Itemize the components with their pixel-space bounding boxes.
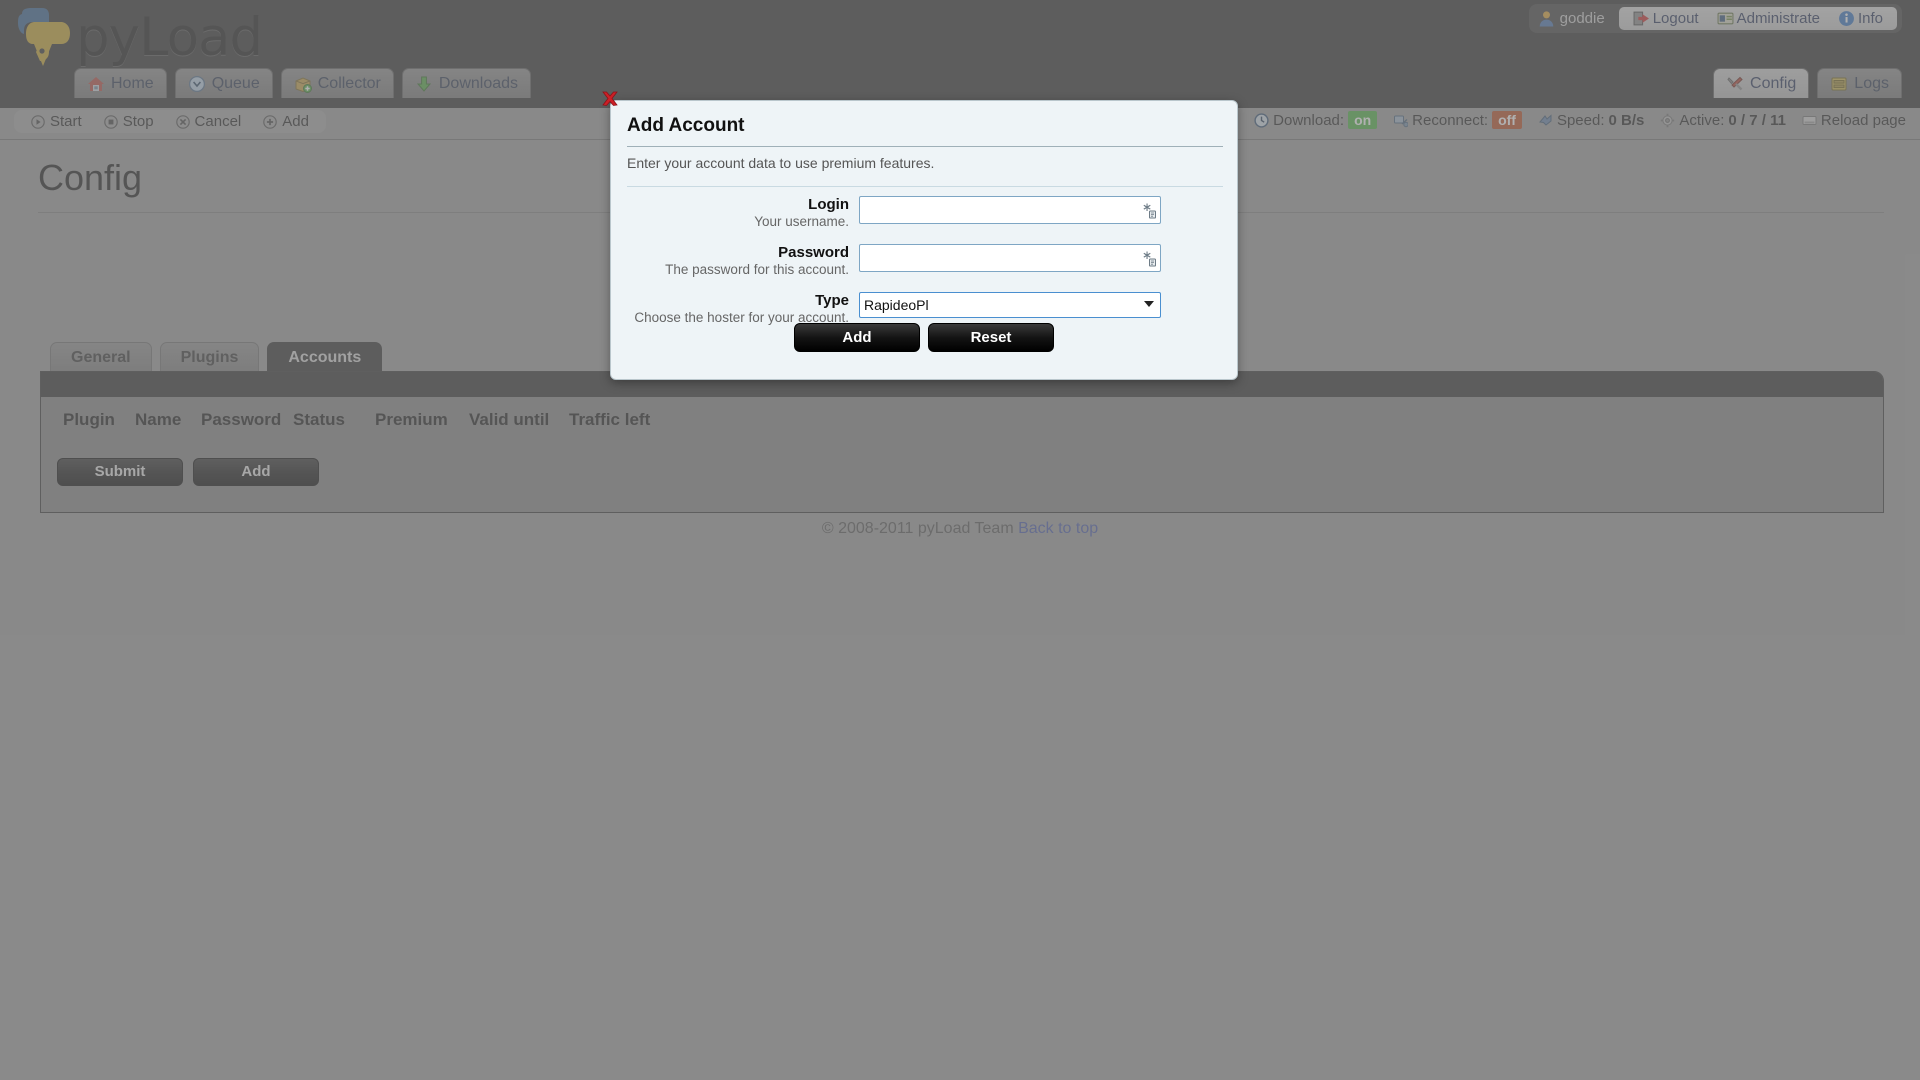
dialog-subtitle: Enter your account data to use premium f… <box>627 155 935 171</box>
type-label: Type <box>815 292 849 309</box>
dialog-title-divider <box>627 146 1223 147</box>
login-label: Login <box>808 196 849 213</box>
password-hint: The password for this account. <box>665 262 849 277</box>
dialog-add-button[interactable]: Add <box>794 323 920 352</box>
login-labels: Login Your username. <box>611 196 859 230</box>
login-input-wrap <box>859 196 1161 224</box>
login-input[interactable] <box>859 196 1161 224</box>
password-input[interactable] <box>859 244 1161 272</box>
dialog-actions: Add Reset <box>611 323 1237 352</box>
password-label: Password <box>778 244 849 261</box>
password-labels: Password The password for this account. <box>611 244 859 278</box>
add-account-form: Login Your username. Password The passwo… <box>611 196 1237 340</box>
password-input-wrap <box>859 244 1161 272</box>
close-icon[interactable] <box>599 89 621 111</box>
type-select-wrap: RapideoPl <box>859 292 1161 318</box>
login-hint: Your username. <box>754 214 849 229</box>
type-field-row: Type Choose the hoster for your account.… <box>611 292 1237 326</box>
dialog-reset-button[interactable]: Reset <box>928 323 1054 352</box>
type-select[interactable]: RapideoPl <box>859 292 1161 318</box>
dialog-subtitle-divider <box>627 186 1223 187</box>
login-field-row: Login Your username. <box>611 196 1237 230</box>
page-root: pyLoad goddie Logout <box>0 0 1920 1080</box>
dialog-title: Add Account <box>627 115 745 136</box>
type-labels: Type Choose the hoster for your account. <box>611 292 859 326</box>
add-account-dialog: Add Account Enter your account data to u… <box>602 91 1238 380</box>
password-field-row: Password The password for this account. <box>611 244 1237 278</box>
